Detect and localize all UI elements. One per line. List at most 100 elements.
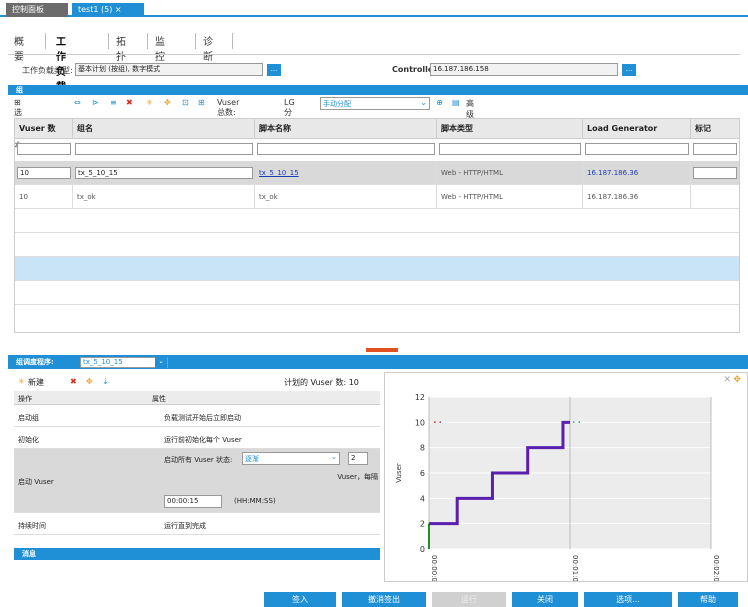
tabs-underline — [8, 54, 740, 55]
time-format-label: (HH:MM:SS) — [234, 497, 276, 505]
grid-icon[interactable]: ▤ — [452, 98, 460, 107]
group-name-input[interactable]: tx_5_10_15 — [75, 167, 253, 179]
filter-lg[interactable] — [585, 143, 689, 155]
assign-icon[interactable]: ⊕ — [436, 98, 443, 107]
y-tick-label: 12 — [415, 393, 425, 402]
col-header-type[interactable]: 脚本类型 — [437, 119, 583, 139]
splitter-handle[interactable] — [366, 348, 398, 352]
tab-diagnostics[interactable]: 诊断 — [203, 33, 213, 63]
y-tick-label: 6 — [420, 469, 425, 478]
paste-icon[interactable]: ⊞ — [198, 98, 205, 107]
lg-link[interactable]: 16.187.186.36 — [583, 161, 691, 185]
checkin-button[interactable]: 签入 — [264, 592, 336, 607]
group-cell: tx_ok — [73, 185, 255, 209]
lg-assign-dropdown[interactable]: 手动分配 ⌄ — [320, 97, 430, 110]
vusers-input[interactable]: 10 — [17, 167, 71, 179]
help-button[interactable]: 帮助 — [678, 592, 738, 607]
run-button: 运行 — [432, 592, 506, 607]
group-section-bar: 组 — [8, 85, 748, 95]
empty-row — [15, 257, 739, 281]
link-icon[interactable]: ⇔ — [74, 98, 81, 107]
tab-overview[interactable]: 概要 — [14, 33, 24, 63]
type-cell: Web - HTTP/HTML — [437, 185, 583, 209]
workload-type-browse-button[interactable]: ... — [267, 64, 281, 76]
divider — [45, 33, 46, 49]
col-header-vusers[interactable]: Vuser 数 — [15, 119, 73, 139]
tab-workload[interactable]: 工作负载 — [56, 33, 66, 93]
script-link[interactable]: tx_5_10_15 — [255, 161, 437, 185]
y-tick-label: 10 — [415, 418, 425, 427]
tab-dashboard[interactable]: 控制面板 — [6, 3, 68, 17]
divider — [195, 33, 196, 49]
close-button[interactable]: 关闭 — [512, 592, 578, 607]
lg-cell: 16.187.186.36 — [583, 185, 691, 209]
edit-icon[interactable]: ≡ — [110, 98, 117, 107]
op-header: 操作 — [18, 395, 32, 403]
schedule-row[interactable]: 初始化 运行前初始化每个 Vuser — [14, 429, 380, 449]
prop-cell: 负载测试开始后立即启动 — [164, 414, 241, 422]
filter-tag[interactable] — [693, 143, 737, 155]
start-mode-dropdown[interactable]: 逐渐 ⌄ — [242, 452, 340, 465]
move-icon[interactable]: ✥ — [733, 375, 741, 385]
prop-cell: 运行前初始化每个 Vuser — [164, 436, 242, 444]
filter-type[interactable] — [439, 143, 581, 155]
filter-script[interactable] — [257, 143, 435, 155]
delete-icon[interactable]: ✖ — [70, 377, 77, 386]
tag-cell — [691, 185, 739, 209]
options-button[interactable]: 选项... — [584, 592, 672, 607]
col-header-tag[interactable]: 标记 — [691, 119, 739, 139]
document-tabs: 控制面板 test1 (5) × — [0, 0, 748, 17]
add-group-icon[interactable]: ⊳ — [92, 98, 99, 107]
table-row[interactable]: 10 tx_ok tx_ok Web - HTTP/HTML 16.187.18… — [15, 185, 739, 209]
x-tick-label: 00:01:00 — [571, 555, 579, 581]
workload-type-label: 工作负载类型: — [22, 66, 73, 75]
y-tick-label: 4 — [420, 494, 425, 503]
new-icon[interactable]: ✳ — [18, 377, 25, 386]
op-cell: 启动组 — [18, 414, 39, 422]
op-cell: 启动 Vuser — [18, 478, 54, 486]
y-tick-label: 2 — [420, 520, 425, 529]
schedule-row[interactable]: 启动组 负载测试开始后立即启动 — [14, 407, 380, 427]
table-row[interactable]: 10 tx_5_10_15 tx_5_10_15 Web - HTTP/HTML… — [15, 161, 739, 185]
close-icon[interactable]: ✕ — [723, 375, 731, 385]
start-mode-value: 逐渐 — [245, 455, 259, 463]
move-icon[interactable]: ✥ — [86, 377, 93, 386]
filter-group[interactable] — [75, 143, 253, 155]
schedule-label: 组调度程序: — [16, 358, 54, 366]
controller-browse-button[interactable]: ... — [622, 64, 636, 76]
planned-vusers: 计划的 Vuser 数: 10 — [284, 378, 359, 387]
vuser-count-input[interactable]: 2 — [348, 452, 368, 465]
script-cell: tx_ok — [255, 185, 437, 209]
filter-vusers[interactable] — [17, 143, 71, 155]
new-action-label[interactable]: 新建 — [28, 377, 44, 388]
tag-input[interactable] — [693, 167, 737, 179]
tab-test1[interactable]: test1 (5) × — [72, 3, 144, 17]
controller-field: 16.187.186.158 — [430, 63, 618, 76]
col-header-lg[interactable]: Load Generator — [583, 119, 691, 139]
advanced-label: 高级 — [466, 99, 474, 119]
schedule-row-selected[interactable]: 启动 Vuser 启动所有 Vuser 状态: 逐渐 ⌄ 2 Vuser，每隔 … — [14, 449, 380, 513]
x-tick-label: 00:02:00 — [712, 555, 720, 581]
delete-icon[interactable]: ✖ — [126, 98, 133, 107]
y-tick-label: 8 — [420, 444, 425, 453]
chevron-down-icon: ⌄ — [420, 98, 427, 107]
script-type: Web - HTTP/HTML — [437, 161, 583, 185]
schedule-row[interactable]: 持续时间 运行直到完成 — [14, 515, 380, 535]
move-icon[interactable]: ✥ — [164, 98, 171, 107]
y-axis-label: Vuser — [395, 463, 403, 483]
empty-row — [15, 305, 739, 329]
col-header-group[interactable]: 组名 — [73, 119, 255, 139]
undo-checkout-button[interactable]: 撤消签出 — [342, 592, 426, 607]
schedule-group-dropdown[interactable]: tx_5_10_15 ⌄ — [80, 357, 168, 368]
col-header-script[interactable]: 脚本名称 — [255, 119, 437, 139]
star-icon[interactable]: ✳ — [146, 98, 153, 107]
tab-topology[interactable]: 拓扑 — [116, 33, 126, 63]
divider — [108, 33, 109, 49]
chevron-down-icon: ⌄ — [155, 357, 167, 368]
copy-icon[interactable]: ⊡ — [182, 98, 189, 107]
down-icon[interactable]: ⇣ — [102, 377, 109, 386]
interval-input[interactable]: 00:00:15 — [164, 495, 222, 508]
start-vusers-label: 启动所有 Vuser 状态: — [164, 456, 233, 464]
y-tick-label: 0 — [420, 545, 425, 554]
green-marker: • • — [572, 419, 581, 426]
